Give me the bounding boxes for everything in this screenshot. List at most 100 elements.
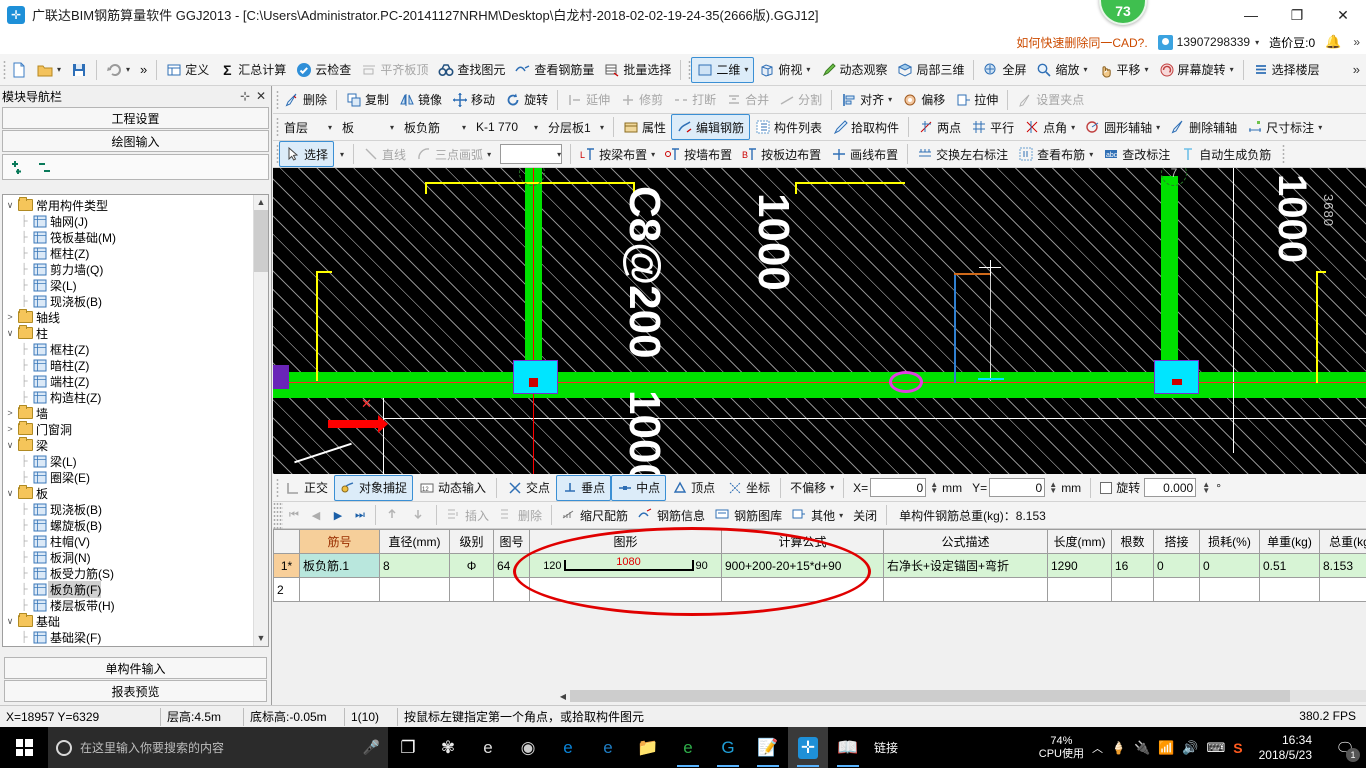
formula-cell[interactable]: 900+200-20+15*d+90	[721, 553, 884, 578]
edit-annotation-button[interactable]: abc 查改标注	[1098, 141, 1175, 167]
row-up-button[interactable]	[380, 502, 406, 528]
component-type-select[interactable]: 板负筋 ▾	[399, 114, 471, 140]
tree-item[interactable]: ├ 框柱(Z)	[3, 245, 253, 261]
next-record-button[interactable]: ▶	[327, 509, 349, 522]
x-stepper[interactable]: ▲ ▼	[928, 478, 940, 497]
table-header-cell[interactable]: 计算公式	[721, 529, 884, 554]
midpoint-snap-toggle[interactable]: 中点	[611, 474, 667, 501]
scroll-thumb[interactable]	[254, 210, 268, 272]
open-file-button[interactable]: ▾	[32, 57, 66, 83]
offset-mode-select[interactable]: 不偏移 ▾	[785, 475, 839, 501]
edge-icon[interactable]: e	[548, 727, 588, 768]
report-preview-button[interactable]: 报表预览	[4, 680, 267, 702]
floor-select[interactable]: 首层 ▾	[279, 114, 337, 140]
split-button[interactable]: 分割	[774, 87, 827, 113]
chevron-down-icon[interactable]: ▾	[839, 511, 843, 520]
project-settings-button[interactable]: 工程设置	[2, 107, 269, 129]
table-row[interactable]: 1* 板负筋.1 8 Φ 64 120 1080 90 900+200-20+15*d+90 右净…	[273, 553, 1366, 578]
tree-item[interactable]: ├ 梁(L)	[3, 453, 253, 469]
component-list-button[interactable]: 构件列表	[750, 114, 827, 140]
prev-record-button[interactable]: ◀	[305, 509, 327, 522]
loss-cell[interactable]: 0	[1199, 553, 1260, 578]
y-stepper[interactable]: ▲ ▼	[1047, 478, 1059, 497]
define-button[interactable]: 定义	[161, 57, 214, 83]
tree-item[interactable]: ∨ 常用构件类型	[3, 197, 253, 213]
auto-gen-negative-rebar-button[interactable]: 自动生成负筋	[1175, 141, 1276, 167]
table-row[interactable]: 2	[273, 577, 1366, 602]
file-explorer-icon[interactable]: 📁	[628, 727, 668, 768]
length-cell[interactable]: 1290	[1047, 553, 1112, 578]
x-input[interactable]: 0	[870, 478, 927, 497]
coordinate-snap-toggle[interactable]: 坐标	[721, 475, 776, 501]
taskbar-app-list[interactable]: ❐ ✾ e ◉ e e 📁 e G 📝 ✛ 📖	[388, 727, 868, 768]
tree-item[interactable]: ├ 构造柱(Z)	[3, 389, 253, 405]
table-grip[interactable]	[273, 501, 283, 529]
total-weight-cell[interactable]	[1319, 577, 1366, 602]
tree-item[interactable]: ├ 框柱(Z)	[3, 341, 253, 357]
360-browser-icon[interactable]: G	[708, 727, 748, 768]
formula-desc-cell[interactable]: 右净长+设定锚固+弯折	[883, 553, 1048, 578]
fan-app-icon[interactable]: ✾	[428, 727, 468, 768]
tree-item[interactable]: ├ 圈梁(E)	[3, 469, 253, 485]
offset-button[interactable]: 偏移	[897, 87, 950, 113]
x-offset-field[interactable]: X= 0 ▲ ▼ mm	[848, 475, 967, 501]
figure-no-cell[interactable]	[493, 577, 530, 602]
tree-item[interactable]: > 轴线	[3, 309, 253, 325]
two-d-button[interactable]: 二维 ▾	[691, 56, 755, 83]
account-overflow-icon[interactable]: »	[1351, 35, 1360, 49]
chevron-down-icon[interactable]: ▾	[1145, 65, 1149, 74]
chevron-down-icon[interactable]: ▾	[1230, 65, 1234, 74]
new-file-button[interactable]	[6, 57, 32, 83]
chevron-down-icon[interactable]: ▾	[57, 65, 61, 74]
scale-rebar-button[interactable]: 缩尺配筋	[556, 502, 633, 528]
move-button[interactable]: 移动	[447, 87, 500, 113]
row-number-cell[interactable]: 2	[273, 577, 300, 602]
single-component-input-button[interactable]: 单构件输入	[4, 657, 267, 679]
zoom-button[interactable]: 缩放 ▾	[1031, 57, 1092, 83]
version-badge[interactable]: 73	[1099, 0, 1147, 25]
notification-center-button[interactable]: 🗨 1	[1328, 727, 1362, 768]
column-joint-1[interactable]	[513, 360, 558, 394]
delete-aux-axis-button[interactable]: 删除辅轴	[1165, 114, 1242, 140]
vertex-snap-toggle[interactable]: 顶点	[666, 475, 721, 501]
chevron-down-icon[interactable]: ▾	[1084, 65, 1088, 74]
tree-item[interactable]: ∨ 基础	[3, 613, 253, 629]
row-down-button[interactable]	[406, 502, 432, 528]
microphone-icon[interactable]: 🎤	[363, 739, 380, 756]
tree-item[interactable]: > 墙	[3, 405, 253, 421]
column-joint-2[interactable]	[1154, 360, 1199, 394]
tree-item[interactable]: ├筏板基础(M)	[3, 645, 253, 646]
dictionary-app-icon[interactable]: 📖	[828, 727, 868, 768]
formula-cell[interactable]	[721, 577, 884, 602]
figure-no-cell[interactable]: 64	[493, 553, 530, 578]
select-tool-dropdown[interactable]: ▾	[334, 141, 349, 167]
arc-tool-button[interactable]: 三点画弧 ▾	[411, 141, 496, 167]
intersection-snap-toggle[interactable]: 交点	[501, 475, 556, 501]
tree-item[interactable]: ├ 板洞(N)	[3, 549, 253, 565]
view-rebar-amount-button[interactable]: 查看钢筋量	[510, 57, 599, 83]
chevron-right-icon[interactable]: >	[3, 424, 17, 434]
drawing-input-button[interactable]: 绘图输入	[2, 130, 269, 152]
promo-link[interactable]: 如何快速删除同一CAD?.	[1016, 34, 1147, 51]
save-button[interactable]	[66, 57, 92, 83]
chevron-down-icon[interactable]: ▾	[744, 65, 748, 74]
mirror-button[interactable]: 镜像	[394, 87, 447, 113]
y-offset-field[interactable]: Y= 0 ▲ ▼ mm	[967, 475, 1086, 501]
two-point-button[interactable]: 两点	[913, 114, 966, 140]
tree-item[interactable]: ├ 螺旋板(B)	[3, 517, 253, 533]
rotate-field[interactable]: 旋转 0.000 ▲ ▼ °	[1095, 475, 1226, 501]
spiral-app-icon[interactable]: ◉	[508, 727, 548, 768]
chevron-right-icon[interactable]: >	[3, 408, 17, 418]
other-button[interactable]: 其他 ▾	[787, 502, 848, 528]
table-header-cell[interactable]: 单重(kg)	[1259, 529, 1320, 554]
tree-item[interactable]: ├ 板受力筋(S)	[3, 565, 253, 581]
chevron-down-icon[interactable]: ▾	[126, 65, 130, 74]
chevron-down-icon[interactable]: ▾	[462, 123, 466, 132]
table-header-cell[interactable]: 根数	[1111, 529, 1154, 554]
total-weight-cell[interactable]: 8.153	[1319, 553, 1366, 578]
scroll-down-icon[interactable]: ▼	[254, 631, 268, 646]
view-rebar-layout-button[interactable]: 查看布筋 ▾	[1013, 141, 1098, 167]
local-3d-button[interactable]: 局部三维	[892, 57, 969, 83]
tree-item[interactable]: ∨ 梁	[3, 437, 253, 453]
last-record-button[interactable]: ⏭	[349, 509, 371, 522]
